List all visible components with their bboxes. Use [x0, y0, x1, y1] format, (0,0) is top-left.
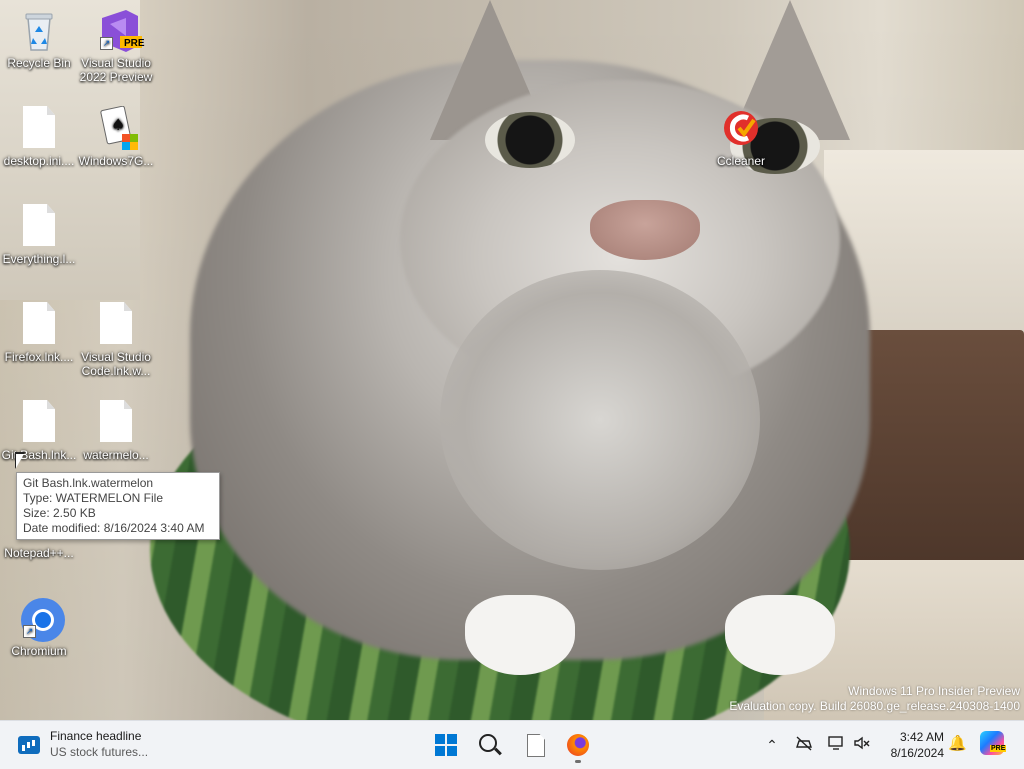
desktop-icon-label: desktop.ini....: [3, 154, 75, 168]
document-icon: [96, 302, 136, 348]
taskbar-file-button[interactable]: [517, 727, 553, 763]
tooltip-type: Type: WATERMELON File: [23, 491, 164, 505]
file-icon: [527, 734, 545, 757]
search-icon: [479, 734, 497, 752]
desktop-icon-chromium[interactable]: ↗ Chromium: [1, 596, 77, 658]
desktop-icon-label: Ccleaner: [716, 154, 766, 168]
preview-badge: PRE: [124, 38, 145, 49]
file-tooltip: Git Bash.lnk.watermelon Type: WATERMELON…: [16, 472, 220, 540]
watermark-edition: Windows 11 Pro Insider Preview: [848, 684, 1020, 698]
copilot-preview-badge: PRE: [990, 745, 1007, 752]
watermark-build: Evaluation copy. Build 26080.ge_release.…: [729, 699, 1020, 713]
wallpaper-cat-nose: [590, 200, 700, 260]
desktop-icon-label: Firefox.lnk....: [4, 350, 74, 364]
running-indicator: [575, 760, 581, 763]
windows-logo-icon: [435, 734, 457, 756]
clock-time: 3:42 AM: [899, 730, 944, 744]
desktop-icon-desktop-ini[interactable]: desktop.ini....: [1, 106, 77, 168]
wallpaper-cabinet: [844, 330, 1024, 590]
widgets-button[interactable]: Finance headline US stock futures...: [12, 727, 162, 763]
display-icon[interactable]: [826, 735, 846, 755]
document-icon: [96, 400, 136, 446]
desktop-icon-everything[interactable]: Everything.l...: [1, 204, 77, 266]
tooltip-modified: Date modified: 8/16/2024 3:40 AM: [23, 521, 205, 535]
tooltip-size: Size: 2.50 KB: [23, 506, 96, 520]
search-button[interactable]: [472, 727, 508, 763]
desktop-icon-label: Windows7G...: [78, 154, 154, 168]
desktop-icon-label: Visual Studio Code.lnk.w...: [81, 350, 151, 378]
desktop-icon-windows7games[interactable]: ♠ Windows7G...: [78, 105, 154, 168]
desktop-icon-ccleaner[interactable]: Ccleaner: [703, 106, 779, 168]
network-disconnected-icon[interactable]: [794, 735, 814, 755]
visual-studio-icon: PRE ↗: [96, 8, 145, 54]
wallpaper-cat-paw-right: [725, 595, 835, 675]
volume-muted-icon[interactable]: [852, 735, 872, 755]
chromium-icon: ↗: [19, 596, 65, 642]
svg-text:♠: ♠: [111, 115, 125, 134]
wallpaper-cat-paw-left: [465, 595, 575, 675]
taskbar: Finance headline US stock futures... ⌃ 3…: [0, 720, 1024, 769]
wallpaper-cat-eye-left: [485, 112, 575, 168]
desktop-icon-firefox-lnk[interactable]: Firefox.lnk....: [1, 302, 77, 364]
taskbar-firefox-button[interactable]: [560, 727, 596, 763]
document-icon: [19, 400, 59, 446]
document-icon: [19, 302, 59, 348]
show-hidden-icons-chevron-up-icon[interactable]: ⌃: [762, 735, 782, 755]
solitaire-icon: ♠: [96, 105, 138, 152]
recycle-bin-icon: [19, 8, 59, 54]
desktop-icon-label: Recycle Bin: [7, 56, 71, 70]
document-icon: [19, 106, 59, 152]
desktop-icon-label: Git Bash.lnk...: [1, 448, 77, 462]
desktop-icon-vscode-lnk[interactable]: Visual Studio Code.lnk.w...: [78, 302, 154, 378]
clock[interactable]: 3:42 AM 8/16/2024: [880, 729, 944, 761]
ccleaner-icon: [721, 106, 761, 152]
start-button[interactable]: [428, 727, 464, 763]
mouse-cursor-icon: [16, 454, 24, 468]
shortcut-arrow-icon: ↗: [100, 37, 113, 50]
desktop-icon-label: watermelo...: [83, 448, 149, 462]
desktop-icon-label: Everything.l...: [2, 252, 76, 266]
widget-headline: Finance headline: [50, 729, 142, 743]
clock-date: 8/16/2024: [890, 746, 944, 760]
desktop-icon-label: Visual Studio 2022 Preview: [79, 56, 153, 84]
wallpaper-cat-chest: [440, 270, 760, 570]
desktop-icon-label: Chromium: [11, 644, 67, 658]
finance-chart-icon: [18, 736, 40, 754]
notification-bell-icon[interactable]: 🔔: [948, 735, 967, 753]
shortcut-arrow-icon: ↗: [23, 625, 36, 638]
document-icon: [19, 204, 59, 250]
firefox-icon: [567, 734, 589, 756]
desktop-icon-label: Notepad++...: [4, 546, 74, 560]
desktop-icon-recycle-bin[interactable]: Recycle Bin: [1, 8, 77, 70]
desktop-icon-watermelon[interactable]: watermelo...: [78, 400, 154, 462]
widget-subtitle: US stock futures...: [50, 745, 149, 759]
windows-watermark: Windows 11 Pro Insider Preview Evaluatio…: [729, 684, 1020, 714]
tooltip-filename: Git Bash.lnk.watermelon: [23, 476, 154, 490]
desktop-icon-visual-studio[interactable]: PRE ↗ Visual Studio 2022 Preview: [78, 8, 154, 84]
desktop-icon-git-bash[interactable]: Git Bash.lnk...: [1, 400, 77, 462]
